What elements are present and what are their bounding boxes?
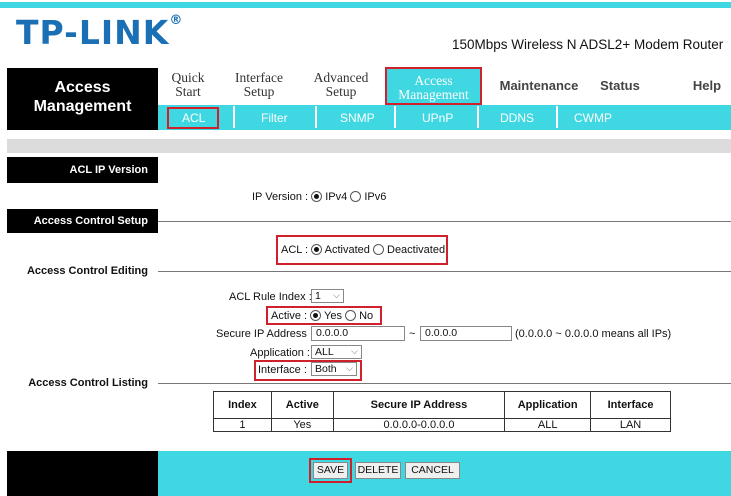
subnav-item-cwmp[interactable]: CWMP (574, 111, 612, 125)
interface-select[interactable]: Both ⌵ (311, 362, 357, 376)
secure-ip-end-input[interactable]: 0.0.0.0 (420, 326, 512, 341)
ipv6-label: IPv6 (364, 191, 387, 203)
subnav-item-snmp[interactable]: SNMP (340, 111, 375, 125)
active-yes-radio[interactable] (310, 310, 322, 321)
ip-version-label: IP Version : (252, 191, 309, 203)
nav-item-quick-start[interactable]: Quick Start (166, 71, 210, 99)
content-divider-bar (7, 139, 731, 153)
acl-label: ACL : (281, 244, 309, 256)
subnav-item-upnp[interactable]: UPnP (422, 111, 453, 125)
table-header-row: Index Active Secure IP Address Applicati… (213, 391, 671, 419)
delete-button[interactable]: DELETE (355, 462, 401, 479)
active-label: Active : (271, 310, 308, 322)
secure-ip-start-input[interactable]: 0.0.0.0 (311, 326, 405, 341)
section-acl-ip-version: ACL IP Version (7, 157, 158, 183)
ip-range-separator: ~ (409, 328, 416, 340)
col-secure-ip: Secure IP Address (332, 391, 506, 419)
cell-interface: LAN (590, 418, 671, 432)
interface-label: Interface : (258, 364, 307, 376)
cancel-button[interactable]: CANCEL (405, 462, 460, 479)
nav-item-status[interactable]: Status (596, 79, 644, 93)
tp-link-logo: TP-LINK® (16, 13, 184, 52)
col-index: Index (213, 391, 272, 419)
acl-status-row: ACL : Activated Deactivated (281, 244, 445, 256)
subnav-item-ddns[interactable]: DDNS (500, 111, 534, 125)
chevron-down-icon: ⌵ (346, 363, 353, 373)
section-divider (158, 221, 731, 222)
ipv4-radio[interactable] (311, 191, 323, 202)
section-access-control-listing: Access Control Listing (28, 377, 148, 389)
subnav-separator (477, 106, 479, 128)
application-select[interactable]: ALL ⌵ (311, 345, 362, 359)
col-active: Active (270, 391, 334, 419)
acl-table: Index Active Secure IP Address Applicati… (213, 391, 671, 432)
acl-deactivated-label: Deactivated (387, 244, 446, 256)
ipv6-radio[interactable] (350, 191, 362, 202)
ip-version-row: IP Version : IPv4 IPv6 (252, 191, 386, 203)
active-yes-label: Yes (324, 310, 342, 322)
cell-application: ALL (504, 418, 592, 432)
active-no-label: No (359, 310, 374, 322)
nav-item-advanced-setup[interactable]: Advanced Setup (309, 71, 373, 99)
secure-ip-hint: (0.0.0.0 ~ 0.0.0.0 means all IPs) (515, 328, 672, 340)
section-divider (158, 383, 731, 384)
section-access-control-setup: Access Control Setup (7, 209, 158, 233)
rule-index-select[interactable]: 1 ⌵ (311, 289, 344, 303)
cell-index: 1 (213, 418, 272, 432)
subnav-separator (233, 106, 235, 128)
application-label: Application : (250, 347, 310, 359)
section-title: Access Management (33, 79, 132, 115)
footer-left-panel (7, 451, 158, 496)
section-divider (158, 271, 731, 272)
nav-item-help[interactable]: Help (690, 79, 724, 93)
save-button[interactable]: SAVE (313, 462, 348, 479)
chevron-down-icon: ⌵ (333, 290, 340, 300)
subnav-separator (394, 106, 396, 128)
active-row: Active : Yes No (271, 310, 373, 322)
ipv4-label: IPv4 (325, 191, 348, 203)
acl-activated-radio[interactable] (311, 244, 323, 255)
col-application: Application (504, 391, 592, 419)
nav-item-interface-setup[interactable]: Interface Setup (229, 71, 289, 99)
subnav-separator (315, 106, 317, 128)
acl-deactivated-radio[interactable] (372, 244, 384, 255)
col-interface: Interface (590, 391, 671, 419)
subnav-item-acl[interactable]: ACL (182, 111, 205, 125)
subnav-item-filter[interactable]: Filter (261, 111, 288, 125)
table-row[interactable]: 1 Yes 0.0.0.0-0.0.0.0 ALL LAN (213, 418, 671, 432)
nav-item-access-management[interactable]: Access Management (385, 67, 482, 105)
secure-ip-label: Secure IP Address : (216, 328, 314, 340)
model-name: 150Mbps Wireless N ADSL2+ Modem Router (452, 37, 724, 52)
section-access-control-editing: Access Control Editing (26, 265, 148, 277)
nav-item-maintenance[interactable]: Maintenance (497, 79, 581, 93)
cell-active: Yes (270, 418, 334, 432)
header-accent-bar (0, 2, 731, 8)
chevron-down-icon: ⌵ (351, 346, 358, 356)
active-no-radio[interactable] (345, 310, 357, 321)
subnav-separator (556, 106, 558, 128)
rule-index-label: ACL Rule Index : (229, 291, 312, 303)
cell-secure-ip: 0.0.0.0-0.0.0.0 (332, 418, 506, 432)
acl-activated-label: Activated (324, 244, 370, 256)
